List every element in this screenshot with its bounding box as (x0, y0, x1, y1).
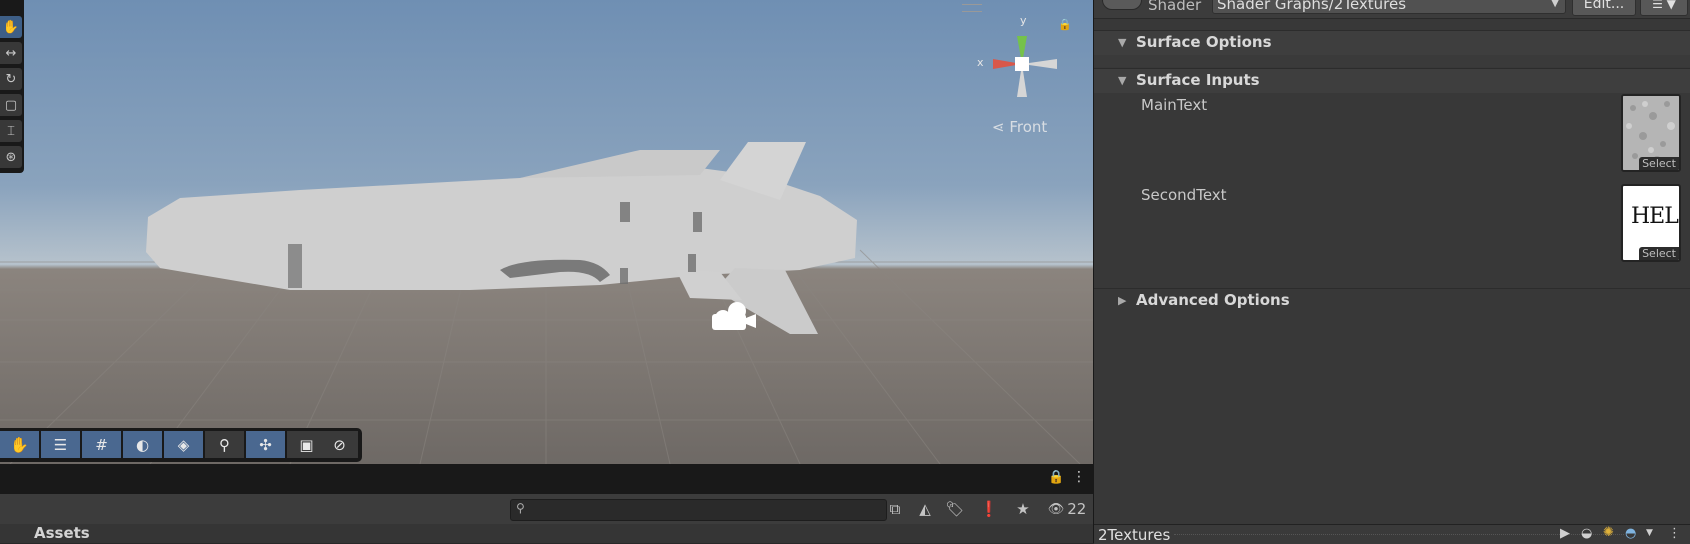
collapsed-arrow-icon: ▶ (1118, 294, 1127, 307)
advanced-options-title: Advanced Options (1136, 291, 1290, 309)
project-header: 🔒 ⋮ (0, 464, 1093, 494)
help-texture-text: HELP (1631, 204, 1679, 229)
light-icon[interactable]: ✺ (1603, 525, 1614, 540)
shader-dropdown[interactable]: Shader Graphs/2Textures ▼ (1212, 0, 1566, 14)
search-icon: ⚲ (516, 501, 525, 515)
view-orientation[interactable]: ⋖ Front (992, 118, 1047, 136)
secondtext-label: SecondText (1141, 186, 1227, 204)
preview-footer: 2Textures ▶ ◒ ✺ ◓ ▼ ⋮ (1094, 524, 1690, 544)
eye-icon: 👁 (1047, 501, 1065, 517)
hand-icon[interactable]: ✋ (0, 431, 39, 458)
view-label: Front (1009, 118, 1048, 136)
visibility-toggle[interactable]: 👁 22 (1044, 497, 1090, 521)
shader-value: Shader Graphs/2Textures (1217, 0, 1407, 13)
sphere-icon[interactable]: ◒ (1581, 526, 1592, 541)
surface-options-foldout[interactable]: ▼ Surface Options (1094, 30, 1690, 55)
filter-type-icon[interactable]: ◭ (913, 497, 937, 521)
secondtext-select-button[interactable]: Select (1639, 247, 1679, 260)
surface-inputs-title: Surface Inputs (1136, 71, 1260, 89)
scene-tools: ✋ ↔ ↻ ▢ ⌶ ⊛ (0, 0, 24, 173)
lock-icon[interactable]: 🔒 (1048, 470, 1064, 485)
maintext-label: MainText (1141, 96, 1208, 114)
shading-icon[interactable]: ◐ (123, 431, 162, 458)
more-options-icon[interactable]: ⋮ (1072, 469, 1086, 485)
search-input[interactable]: ⚲ (510, 499, 887, 521)
material-preview-icon (1102, 0, 1142, 10)
chevron-down-icon: ▼ (1551, 0, 1559, 9)
search-by-type-icon[interactable]: ⧉ (883, 497, 907, 521)
more-options-icon[interactable]: ⋮ (1668, 526, 1681, 541)
rotate-tool-icon[interactable]: ↻ (0, 68, 22, 90)
section-spacer (1094, 55, 1690, 67)
pivot-icon[interactable]: ✣ (246, 431, 285, 458)
axis-x-label: x (977, 56, 984, 69)
transform-tool-icon[interactable]: ⊛ (0, 146, 22, 168)
orientation-gizmo[interactable]: y x (965, 12, 1075, 132)
grid-icon[interactable]: # (82, 431, 121, 458)
visibility-count: 22 (1067, 500, 1087, 518)
ground-grid (0, 142, 1093, 464)
preview-mesh-icon[interactable]: ◓ (1625, 526, 1636, 541)
rect-tool-icon[interactable]: ⌶ (0, 120, 22, 142)
maintext-select-button[interactable]: Select (1639, 157, 1679, 170)
move-tool-icon[interactable]: ↔ (0, 42, 22, 64)
compass-icon[interactable]: ⊘ (321, 431, 358, 458)
maintext-texture-slot[interactable]: Select (1621, 94, 1681, 172)
expanded-arrow-icon: ▼ (1118, 74, 1127, 87)
overlay-menu-icon[interactable] (962, 4, 982, 12)
asset-name: 2Textures (1098, 526, 1171, 544)
favorite-star-icon[interactable]: ★ (1011, 497, 1035, 521)
overlay-toolbar: ✋ ☰ # ◐ ◈ ⚲ ✣ ▣ ⊘ (0, 428, 362, 462)
surface-inputs-foldout[interactable]: ▼ Surface Inputs (1094, 68, 1690, 93)
axis-y-label: y (1020, 14, 1027, 27)
assets-breadcrumb: Assets (0, 524, 1093, 543)
sliders-icon[interactable]: ☰ (41, 431, 80, 458)
preview-drag-handle[interactable] (1174, 534, 1624, 536)
scene-view[interactable]: ✋ ↔ ↻ ▢ ⌶ ⊛ 🔒 y x ⋖ Front ✋ ☰ # ◐ ◈ ⚲ ✣ … (0, 0, 1093, 464)
search-icon[interactable]: ⚲ (205, 431, 244, 458)
scale-tool-icon[interactable]: ▢ (0, 94, 22, 116)
inspector-panel: Shader Shader Graphs/2Textures ▼ Edit...… (1094, 0, 1690, 544)
shader-label: Shader (1148, 0, 1202, 14)
edit-shader-button[interactable]: Edit... (1572, 0, 1636, 16)
chevron-down-icon[interactable]: ▼ (1646, 528, 1653, 538)
secondtext-texture-slot[interactable]: HELP Select (1621, 184, 1681, 262)
layers-icon[interactable]: ◈ (164, 431, 203, 458)
rocket-model (146, 142, 857, 334)
expanded-arrow-icon: ▼ (1118, 36, 1127, 49)
warning-icon[interactable]: ❗ (977, 497, 1001, 521)
shader-row: Shader Shader Graphs/2Textures ▼ Edit...… (1094, 0, 1690, 19)
assets-label[interactable]: Assets (34, 524, 90, 542)
list-options-button[interactable]: ☰ ▼ (1640, 0, 1688, 16)
play-icon[interactable]: ▶ (1560, 526, 1570, 541)
label-icon[interactable]: 🏷 (943, 497, 967, 521)
surface-options-title: Surface Options (1136, 33, 1272, 51)
hand-tool-icon[interactable]: ✋ (0, 16, 22, 38)
advanced-options-foldout[interactable]: ▶ Advanced Options (1094, 288, 1690, 313)
